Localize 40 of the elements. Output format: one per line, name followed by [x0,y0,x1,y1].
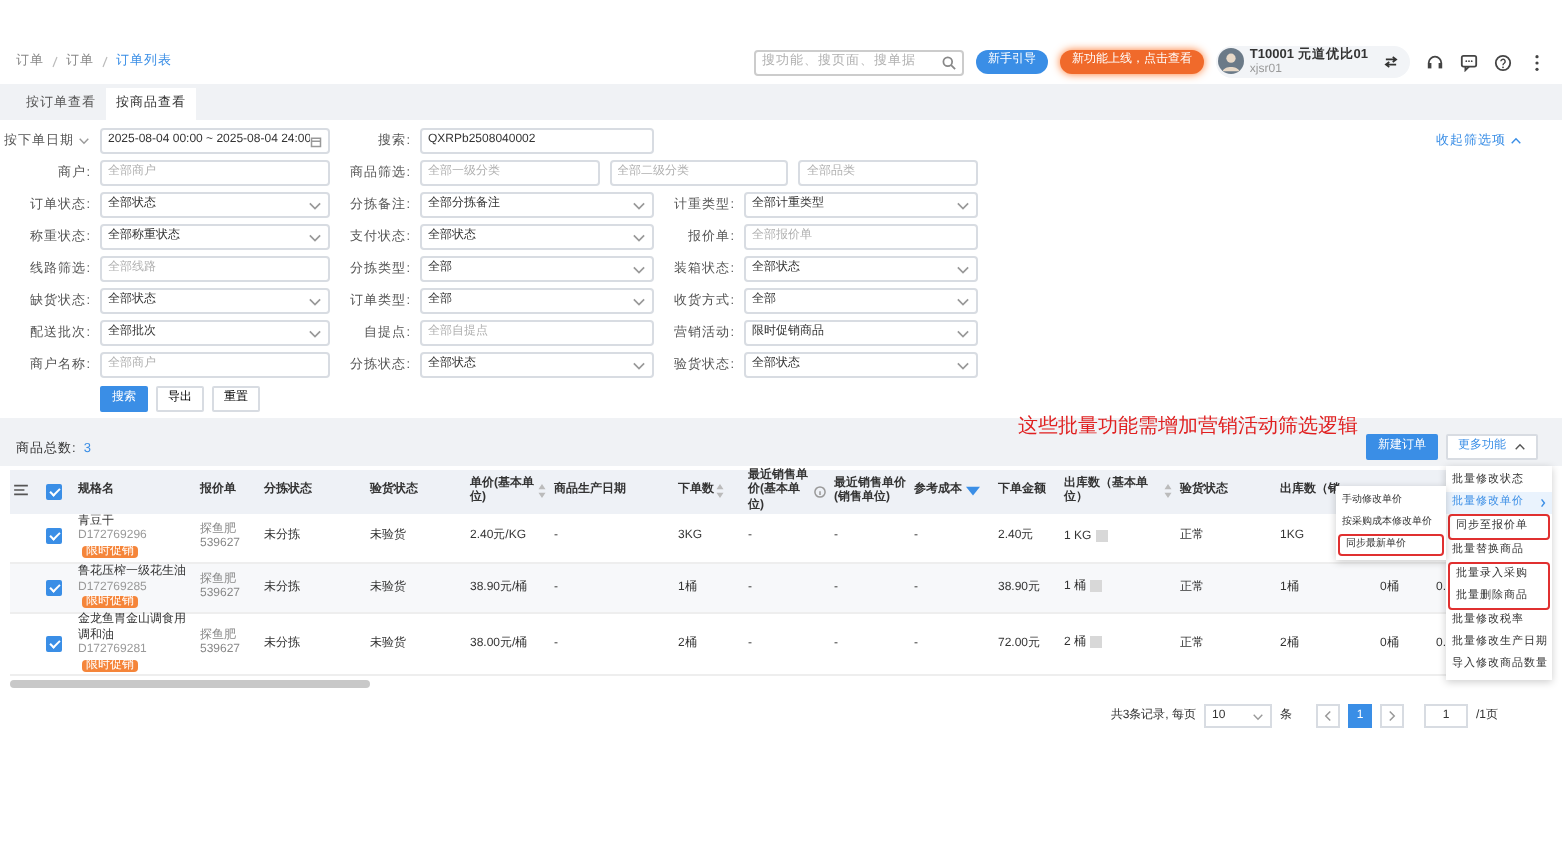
chevron-down-icon [956,359,970,371]
next-page-button[interactable] [1379,704,1404,729]
row-checkbox[interactable] [46,635,62,652]
select-all-checkbox[interactable] [46,483,62,500]
row-checkbox[interactable] [46,528,62,545]
separator-icon [52,56,58,68]
chevron-down-icon [632,231,646,243]
filter-icon[interactable] [966,486,980,497]
chevron-down-icon [956,199,970,211]
prev-page-button[interactable] [1315,704,1340,729]
chevron-up-icon [1510,136,1522,146]
headset-icon[interactable] [1426,53,1444,71]
chevron-down-icon [956,327,970,339]
calendar-icon [310,135,322,147]
swap-icon[interactable] [1384,55,1398,68]
annotation-text: 这些批量功能需增加营销活动筛选逻辑 [1018,413,1358,443]
avatar-icon [1217,48,1244,75]
chevron-down-icon [956,295,970,307]
chevron-left-icon [1323,710,1332,723]
chevron-down-icon [308,295,322,307]
chevron-down-icon [78,136,90,146]
chevron-down-icon [956,263,970,275]
chevron-right-icon [1540,498,1546,508]
chevron-down-icon [632,295,646,307]
chevron-down-icon [1251,711,1264,722]
chevron-right-icon [1387,710,1396,723]
chevron-down-icon [308,327,322,339]
chevron-down-icon [308,199,322,211]
help-icon[interactable] [1494,53,1512,71]
chevron-down-icon [632,263,646,275]
chevron-down-icon [632,359,646,371]
scrollbar-thumb[interactable] [10,680,370,689]
separator-icon [102,56,108,68]
chevron-down-icon [632,199,646,211]
search-icon [941,55,956,69]
chevron-up-icon [1514,442,1526,453]
chevron-down-icon [308,231,322,243]
column-settings-icon[interactable] [14,484,28,497]
message-icon[interactable] [1460,53,1478,71]
row-checkbox[interactable] [46,579,62,596]
